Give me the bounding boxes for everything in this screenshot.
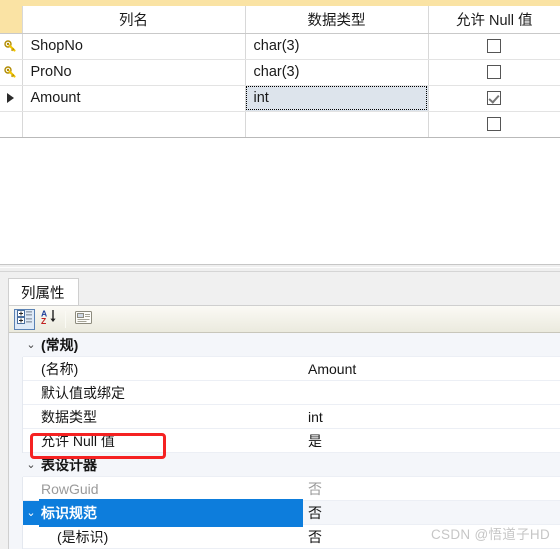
- property-value[interactable]: int: [303, 409, 560, 425]
- property-gutter: [9, 453, 23, 477]
- property-row[interactable]: 默认值或绑定: [9, 381, 560, 405]
- tab-column-properties[interactable]: 列属性: [8, 278, 79, 306]
- property-row[interactable]: 允许 Null 值是: [9, 429, 560, 453]
- row-selector-cell[interactable]: [0, 111, 22, 137]
- property-category-row[interactable]: ⌄(常规): [9, 333, 560, 357]
- svg-text:Z: Z: [41, 316, 46, 325]
- column-properties-pane[interactable]: 列属性: [0, 272, 560, 549]
- row-pointer-icon: [7, 93, 14, 103]
- properties-body[interactable]: A Z ⌄(常规)(名称)Amount默认值或: [8, 305, 560, 549]
- table-row[interactable]: Amountint: [0, 85, 560, 111]
- property-value[interactable]: 否: [303, 479, 560, 499]
- cell-column-name[interactable]: ProNo: [22, 59, 245, 85]
- property-name[interactable]: 表设计器: [39, 455, 303, 475]
- property-gutter: [9, 381, 23, 405]
- property-value[interactable]: 否: [303, 503, 560, 523]
- property-name[interactable]: (名称): [39, 359, 303, 379]
- property-grid[interactable]: ⌄(常规)(名称)Amount默认值或绑定数据类型int允许 Null 值是⌄表…: [9, 333, 560, 550]
- cell-data-type[interactable]: char(3): [245, 33, 428, 59]
- table-header-row: 列名 数据类型 允许 Null 值: [0, 6, 560, 33]
- expander-chevron-icon[interactable]: ⌄: [23, 453, 39, 477]
- property-category-row[interactable]: ⌄标识规范否: [9, 501, 560, 525]
- key-icon: [4, 40, 17, 53]
- allow-nulls-checkbox[interactable]: [487, 39, 501, 53]
- pane-splitter[interactable]: [0, 264, 560, 272]
- header-column-name[interactable]: 列名: [22, 6, 245, 33]
- row-selector-cell[interactable]: [0, 33, 22, 59]
- row-selector-cell[interactable]: [0, 85, 22, 111]
- allow-nulls-checkbox[interactable]: [487, 65, 501, 79]
- categorized-view-button[interactable]: [14, 309, 35, 330]
- property-gutter: [9, 477, 23, 501]
- property-row[interactable]: 数据类型int: [9, 405, 560, 429]
- watermark: CSDN @悟道子HD: [431, 523, 550, 543]
- property-name[interactable]: 数据类型: [39, 407, 303, 427]
- allow-nulls-checkbox[interactable]: [487, 117, 501, 131]
- cell-column-name[interactable]: [22, 111, 245, 137]
- table-designer-grid[interactable]: 列名 数据类型 允许 Null 值 ShopNochar(3)ProNochar…: [0, 0, 560, 134]
- cell-data-type[interactable]: [245, 111, 428, 137]
- table-row[interactable]: ShopNochar(3): [0, 33, 560, 59]
- cell-column-name[interactable]: ShopNo: [22, 33, 245, 59]
- property-name[interactable]: 默认值或绑定: [39, 383, 303, 403]
- cell-allow-nulls[interactable]: [428, 59, 560, 85]
- property-gutter: [9, 525, 23, 549]
- cell-data-type[interactable]: char(3): [245, 59, 428, 85]
- expander-chevron-icon[interactable]: ⌄: [23, 333, 39, 357]
- properties-toolbar[interactable]: A Z: [9, 306, 560, 333]
- property-name[interactable]: 标识规范: [39, 499, 303, 527]
- cell-allow-nulls[interactable]: [428, 33, 560, 59]
- columns-table[interactable]: 列名 数据类型 允许 Null 值 ShopNochar(3)ProNochar…: [0, 6, 560, 138]
- properties-tabstrip[interactable]: 列属性: [0, 272, 560, 306]
- splitter-highlight-line: [0, 267, 560, 268]
- property-gutter: [9, 357, 23, 381]
- property-value[interactable]: 是: [303, 431, 560, 451]
- property-row[interactable]: (名称)Amount: [9, 357, 560, 381]
- cell-allow-nulls[interactable]: [428, 111, 560, 137]
- sort-az-icon: A Z: [41, 309, 58, 330]
- allow-nulls-checkbox[interactable]: [487, 91, 501, 105]
- cell-allow-nulls[interactable]: [428, 85, 560, 111]
- property-pages-icon: [75, 310, 93, 330]
- table-row[interactable]: ProNochar(3): [0, 59, 560, 85]
- property-category-row[interactable]: ⌄表设计器: [9, 453, 560, 477]
- alphabetical-sort-button[interactable]: A Z: [39, 309, 60, 330]
- property-pages-button[interactable]: [73, 309, 94, 330]
- header-data-type[interactable]: 数据类型: [245, 6, 428, 33]
- property-name[interactable]: RowGuid: [39, 481, 303, 497]
- property-row[interactable]: RowGuid否: [9, 477, 560, 501]
- toolbar-separator: [65, 311, 66, 328]
- cell-data-type[interactable]: int: [245, 85, 428, 111]
- row-selector-cell[interactable]: [0, 59, 22, 85]
- property-gutter: [9, 333, 23, 357]
- property-gutter: [9, 429, 23, 453]
- property-name[interactable]: (是标识): [39, 527, 303, 547]
- property-name[interactable]: 允许 Null 值: [39, 431, 303, 451]
- cell-column-name[interactable]: Amount: [22, 85, 245, 111]
- property-gutter: [9, 405, 23, 429]
- table-row[interactable]: [0, 111, 560, 137]
- columns-table-body[interactable]: ShopNochar(3)ProNochar(3)Amountint: [0, 33, 560, 137]
- header-allow-nulls[interactable]: 允许 Null 值: [428, 6, 560, 33]
- key-icon: [4, 66, 17, 79]
- property-gutter: [9, 501, 23, 525]
- expander-chevron-icon[interactable]: ⌄: [23, 501, 39, 525]
- categorized-icon: [17, 310, 33, 330]
- property-value[interactable]: Amount: [303, 361, 560, 377]
- property-name[interactable]: (常规): [39, 335, 303, 355]
- header-row-selector: [0, 6, 22, 33]
